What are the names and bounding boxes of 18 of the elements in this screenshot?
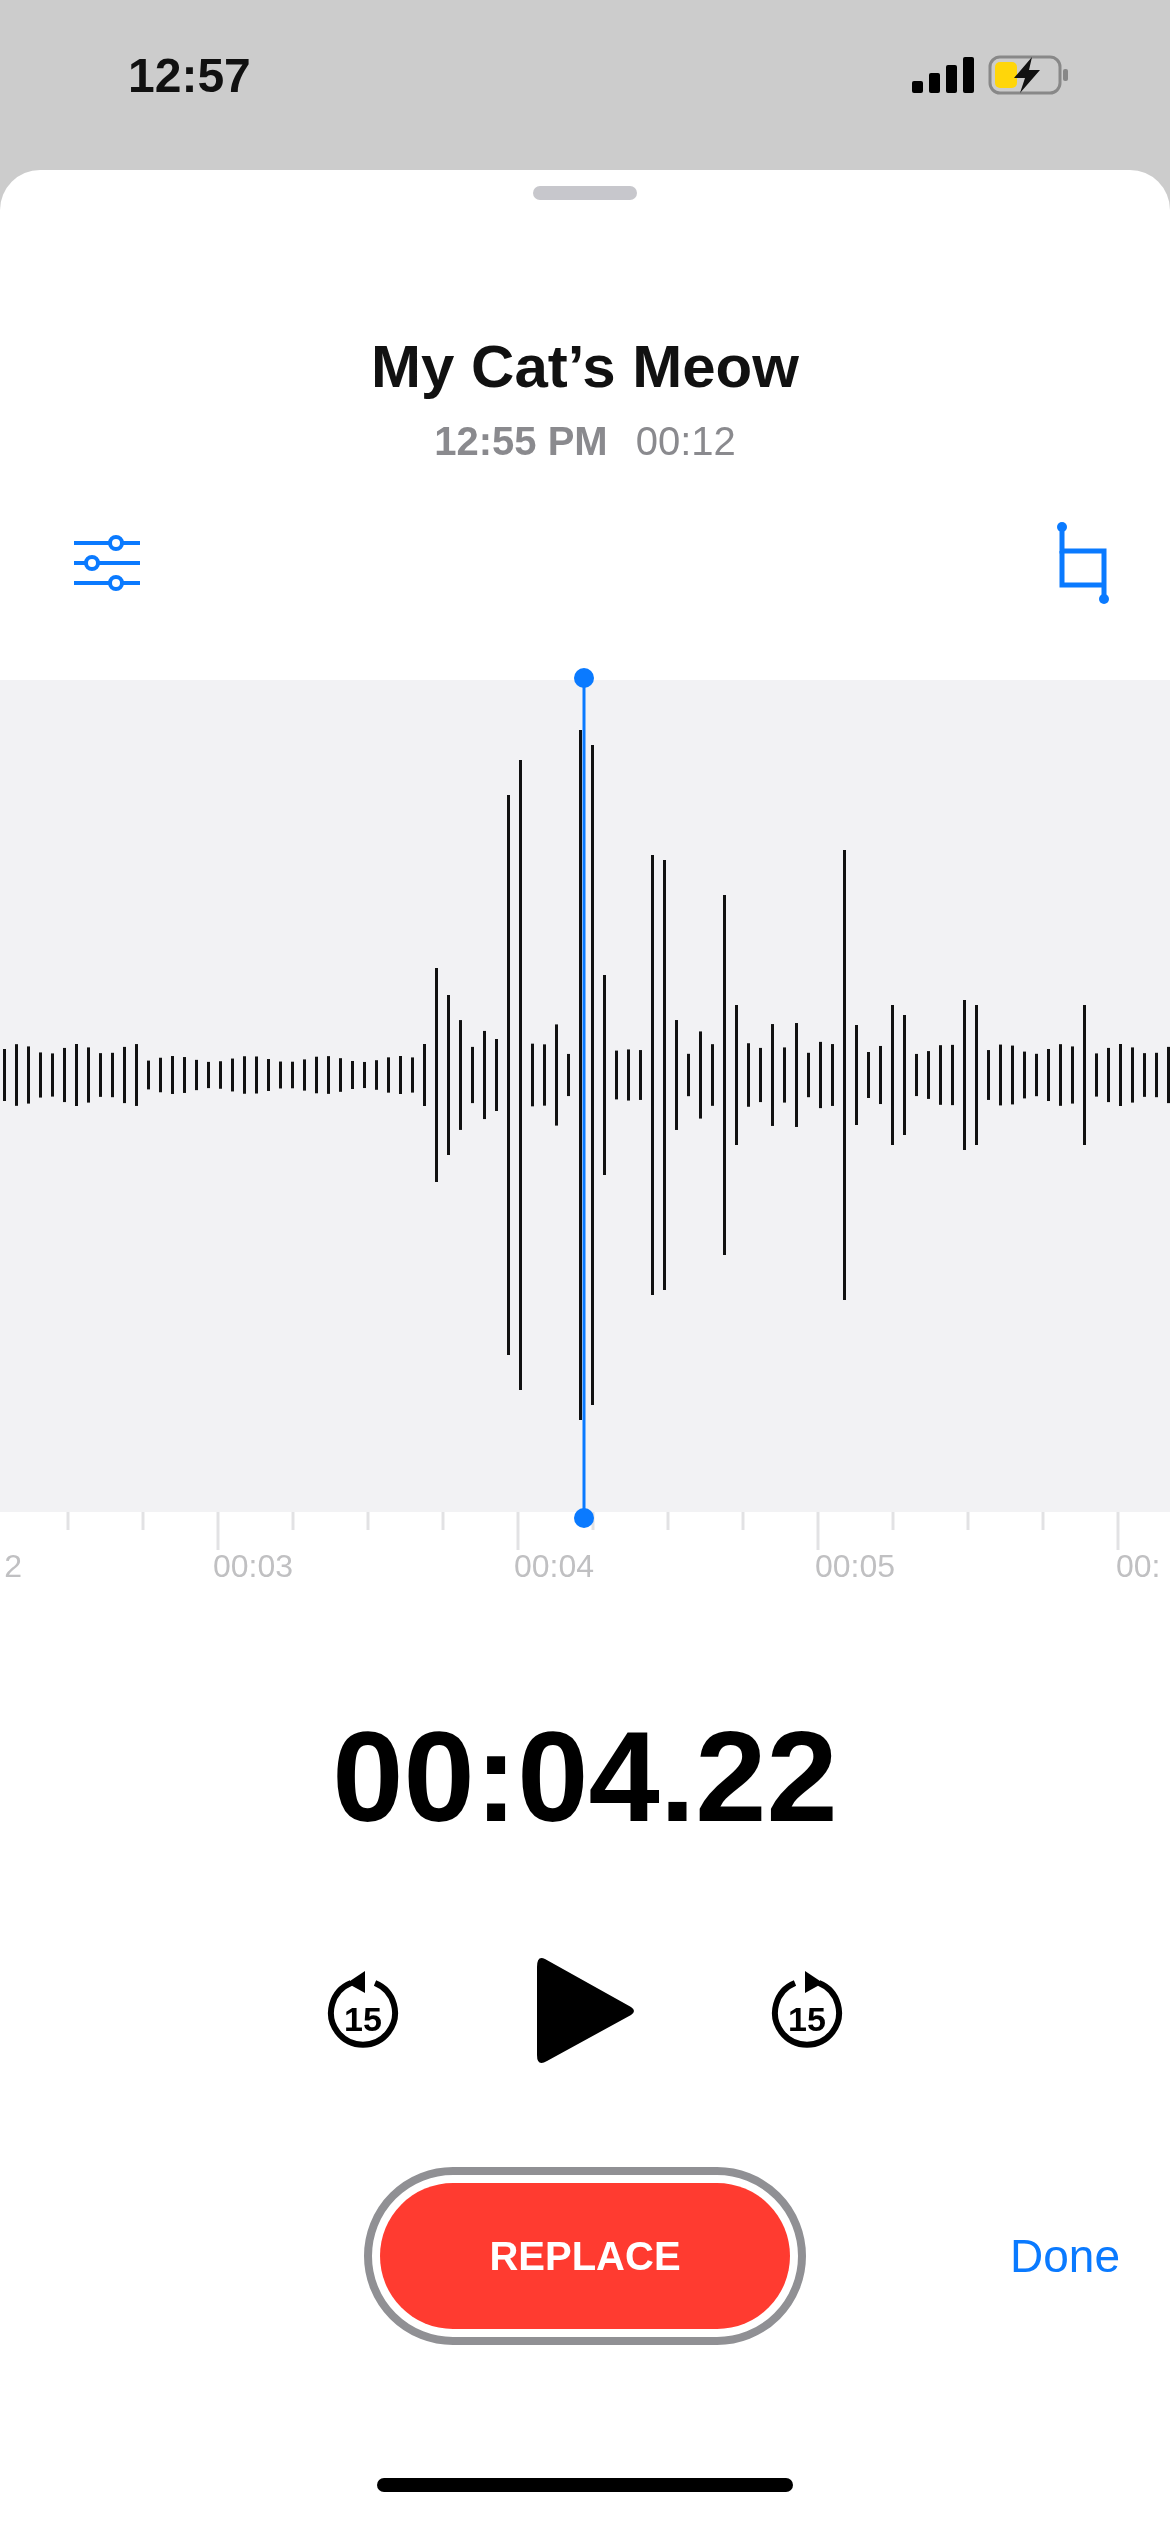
battery-charging-icon	[988, 55, 1070, 95]
timeline-label: 00:05	[815, 1548, 896, 1585]
timeline-label: 00:	[1116, 1548, 1161, 1585]
crop-icon[interactable]	[1056, 521, 1112, 605]
current-time: 00:04.22	[332, 1704, 838, 1850]
sheet-handle[interactable]	[533, 186, 637, 200]
recording-date: 12:55 PM	[434, 419, 608, 464]
recording-title: My Cat’s Meow	[371, 332, 799, 401]
timeline-label: 2	[4, 1548, 22, 1585]
timeline-label: 00:04	[514, 1548, 595, 1585]
recording-duration: 00:12	[635, 419, 736, 464]
done-button[interactable]: Done	[1010, 2229, 1120, 2283]
playhead[interactable]	[572, 668, 596, 1528]
signal-icon	[912, 57, 974, 93]
settings-icon[interactable]	[72, 535, 142, 591]
replace-button[interactable]: REPLACE	[380, 2183, 790, 2329]
status-time: 12:57	[128, 47, 251, 103]
timeline-label: 00:03	[213, 1548, 294, 1585]
